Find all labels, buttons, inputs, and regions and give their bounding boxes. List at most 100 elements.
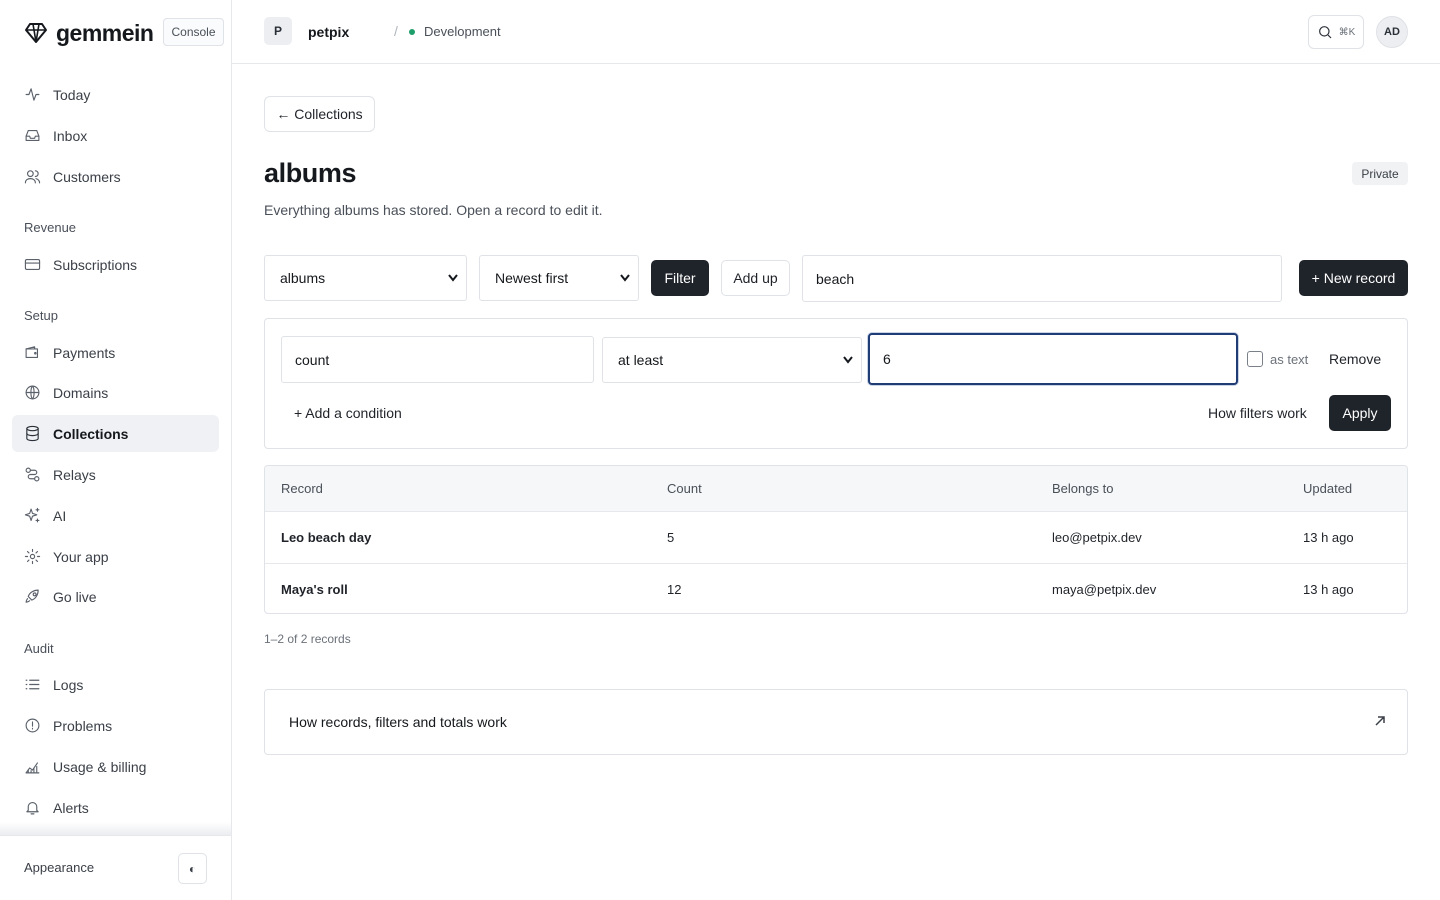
sidebar-item-payments[interactable]: Payments (12, 334, 219, 371)
users-icon (24, 170, 41, 184)
sidebar-item-label: Problems (53, 717, 113, 734)
project-avatar[interactable]: P (264, 17, 292, 45)
project-name[interactable]: petpix (308, 24, 349, 40)
chart-icon (25, 762, 40, 774)
sidebar-item-logs[interactable]: Logs (12, 666, 219, 703)
cell-updated: 13 h ago (1303, 582, 1354, 597)
brand[interactable]: gemmein (24, 18, 154, 48)
help-card-title: How records, filters and totals work (289, 714, 507, 730)
sidebar-item-your-app[interactable]: Your app (12, 538, 219, 575)
sidebar-item-label: Inbox (53, 127, 88, 144)
route-icon (25, 467, 40, 482)
chevron-down-icon (448, 271, 458, 285)
sidebar-item-label: Go live (53, 588, 97, 605)
sidebar-item-go-live[interactable]: Go live (12, 578, 219, 615)
pagination-summary: 1–2 of 2 records (264, 632, 351, 646)
gem-logo-icon (25, 23, 47, 43)
sidebar-item-label: AI (53, 507, 67, 524)
filter-field-input[interactable]: count (281, 336, 594, 383)
theme-toggle-button[interactable]: ◐ (178, 853, 207, 884)
database-icon (26, 425, 39, 442)
sidebar-item-inbox[interactable]: Inbox (12, 117, 219, 154)
table-row[interactable]: Maya's roll 12 maya@petpix.dev 13 h ago (265, 563, 1407, 613)
sidebar-item-subscriptions[interactable]: Subscriptions (12, 246, 219, 283)
cell-record: Leo beach day (281, 530, 372, 545)
topbar: P petpix / Development ⌘K AD (232, 0, 1440, 64)
sidebar-item-label: Customers (53, 168, 121, 185)
remove-condition-button[interactable]: Remove (1329, 351, 1381, 367)
sidebar-item-label: Payments (53, 344, 116, 361)
filter-operator-select[interactable]: at least (602, 337, 862, 383)
sidebar: gemmein Console Today Inbox Customers Re… (0, 0, 232, 900)
sparkles-icon (24, 507, 40, 523)
user-avatar[interactable]: AD (1376, 16, 1408, 48)
search-input[interactable]: beach (802, 255, 1282, 302)
sidebar-item-label: Logs (53, 676, 84, 693)
table-header: Record Count Belongs to Updated (265, 466, 1407, 512)
wallet-icon (25, 346, 39, 359)
sidebar-item-label: Domains (53, 384, 109, 401)
new-record-button[interactable]: + New record (1299, 260, 1408, 296)
section-revenue: Revenue (24, 220, 77, 235)
globe-icon (25, 385, 40, 400)
alert-circle-icon (25, 718, 40, 733)
sidebar-item-relays[interactable]: Relays (12, 456, 219, 493)
search-button[interactable]: ⌘K (1308, 15, 1364, 49)
sidebar-item-domains[interactable]: Domains (12, 374, 219, 411)
help-card[interactable]: How records, filters and totals work (264, 689, 1408, 755)
apply-button[interactable]: Apply (1329, 395, 1391, 431)
records-table: Record Count Belongs to Updated Leo beac… (264, 465, 1408, 614)
add-up-button[interactable]: Add up (721, 260, 790, 296)
filter-operator-value: at least (618, 352, 664, 368)
appearance-label: Appearance (24, 860, 95, 875)
cell-count: 12 (667, 582, 682, 597)
add-condition-button[interactable]: + Add a condition (294, 405, 402, 421)
cell-updated: 13 h ago (1303, 530, 1354, 545)
column-header-updated[interactable]: Updated (1303, 481, 1352, 496)
page-title: albums (264, 158, 357, 188)
how-filters-work-link[interactable]: How filters work (1208, 405, 1307, 421)
sidebar-item-problems[interactable]: Problems (12, 707, 219, 744)
cell-belongs-to: maya@petpix.dev (1052, 582, 1157, 597)
column-header-record[interactable]: Record (281, 481, 323, 496)
column-header-belongs-to[interactable]: Belongs to (1052, 481, 1113, 496)
sidebar-item-alerts[interactable]: Alerts (12, 789, 219, 826)
back-to-collections-button[interactable]: ← Collections (264, 96, 375, 132)
sidebar-item-label: Today (53, 86, 91, 103)
gear-icon (24, 548, 41, 565)
appearance-footer: Appearance ◐ (0, 835, 231, 900)
sidebar-item-today[interactable]: Today (12, 76, 219, 113)
search-icon (1318, 26, 1332, 39)
rocket-icon (25, 589, 39, 603)
sidebar-item-ai[interactable]: AI (12, 497, 219, 534)
environment-label: Development (424, 24, 501, 39)
page-description: Everything albums has stored. Open a rec… (264, 202, 603, 218)
cell-record: Maya's roll (281, 582, 348, 597)
sidebar-item-customers[interactable]: Customers (12, 158, 219, 195)
table-row[interactable]: Leo beach day 5 leo@petpix.dev 13 h ago (265, 512, 1407, 563)
search-shortcut: ⌘K (1338, 26, 1356, 38)
inbox-icon (25, 129, 40, 142)
console-badge[interactable]: Console (163, 18, 224, 46)
sidebar-item-label: Subscriptions (53, 256, 138, 273)
column-header-count[interactable]: Count (667, 481, 702, 496)
collection-select[interactable]: albums (264, 255, 467, 301)
bell-icon (26, 801, 39, 815)
as-text-checkbox[interactable] (1247, 351, 1263, 367)
cell-count: 5 (667, 530, 675, 545)
chevron-down-icon (620, 271, 630, 285)
sidebar-item-label: Usage & billing (53, 758, 147, 775)
filter-value-input[interactable]: 6 (868, 333, 1238, 385)
as-text-label: as text (1270, 352, 1309, 367)
filter-button[interactable]: Filter (651, 260, 709, 296)
cell-belongs-to: leo@petpix.dev (1052, 530, 1142, 545)
sidebar-item-usage-billing[interactable]: Usage & billing (12, 748, 219, 785)
sidebar-item-label: Collections (53, 425, 129, 442)
section-setup: Setup (24, 308, 58, 323)
list-icon (25, 679, 40, 690)
sidebar-item-collections[interactable]: Collections (12, 415, 219, 452)
environment-switcher[interactable]: Development (409, 24, 501, 39)
credit-card-icon (24, 258, 41, 271)
sort-select[interactable]: Newest first (479, 255, 639, 301)
sidebar-item-label: Relays (53, 466, 96, 483)
